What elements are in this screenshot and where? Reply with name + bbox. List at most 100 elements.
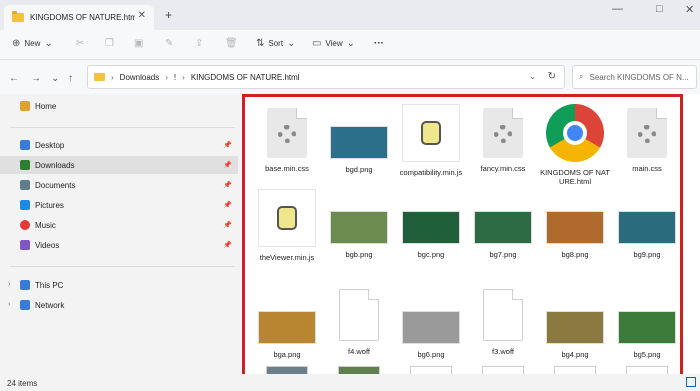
tab-title: KINGDOMS OF NATURE.html <box>30 13 135 22</box>
refresh-icon[interactable]: ↻ <box>548 71 556 82</box>
new-button-label: New <box>24 39 41 48</box>
share-button[interactable]: ⇪ <box>195 38 203 49</box>
file-item[interactable]: bgc.png <box>395 189 467 259</box>
file-item-partial[interactable] <box>554 366 596 374</box>
tab-kingdoms-of-nature[interactable]: KINGDOMS OF NATURE.html ✕ <box>4 5 154 30</box>
file-item-partial[interactable] <box>338 366 380 374</box>
file-name: bga.png <box>273 350 301 359</box>
css-file-icon <box>627 108 667 158</box>
sidebar-item-this-pc[interactable]: This PC <box>0 276 238 294</box>
file-name: bg9.png <box>633 250 661 259</box>
trash-icon: 🗑 <box>225 38 238 49</box>
back-arrow-icon[interactable]: ← <box>9 73 19 84</box>
pin-icon: 📌 <box>223 242 232 249</box>
cut-button[interactable]: ✂ <box>76 38 84 49</box>
view-button[interactable]: ▭ View ⌄ <box>312 38 355 49</box>
more-options-button[interactable]: ··· <box>374 38 384 49</box>
file-item[interactable]: f3.woff <box>467 289 539 356</box>
file-name: bg8.png <box>561 250 589 259</box>
chevron-down-icon[interactable]: ⌄ <box>529 72 536 81</box>
file-item[interactable]: fancy.min.css <box>467 104 539 173</box>
file-item-partial[interactable] <box>482 366 524 374</box>
file-item[interactable]: base.min.css <box>251 104 323 173</box>
sort-icon: ⇅ <box>256 38 265 49</box>
sidebar-item-downloads[interactable]: Downloads 📌 <box>0 156 238 174</box>
sidebar-item-documents[interactable]: Documents 📌 <box>0 176 238 194</box>
file-name: main.css <box>632 164 662 173</box>
file-name: fancy.min.css <box>480 164 526 173</box>
file-name: base.min.css <box>265 164 309 173</box>
file-item[interactable]: bg9.png <box>611 189 683 259</box>
script-file-icon <box>258 189 316 247</box>
sidebar-item-home[interactable]: Home <box>0 97 238 115</box>
file-item[interactable]: main.css <box>611 104 683 173</box>
file-item[interactable]: bg7.png <box>467 189 539 259</box>
file-item-partial[interactable] <box>626 366 668 374</box>
image-thumbnail <box>402 211 460 244</box>
sidebar-item-videos[interactable]: Videos 📌 <box>0 236 238 254</box>
file-item[interactable]: bgb.png <box>323 189 395 259</box>
copy-button[interactable]: ❐ <box>105 38 114 49</box>
file-item[interactable]: bgd.png <box>323 104 395 174</box>
file-item[interactable]: f4.woff <box>323 289 395 356</box>
address-row: ← → ⌄ ↑ › Downloads › ! › KINGDOMS OF NA… <box>0 60 700 94</box>
sidebar-item-network[interactable]: Network <box>0 296 238 314</box>
file-item[interactable]: theViewer.min.js <box>251 189 323 262</box>
delete-button[interactable]: 🗑 <box>225 38 238 49</box>
sidebar-item-pictures[interactable]: Pictures 📌 <box>0 196 238 214</box>
music-icon <box>20 220 30 230</box>
sort-button[interactable]: ⇅ Sort ⌄ <box>256 38 295 49</box>
file-item[interactable]: bg5.png <box>611 289 683 359</box>
chevron-down-icon[interactable]: ⌄ <box>51 73 59 84</box>
breadcrumb-downloads[interactable]: Downloads <box>120 73 160 82</box>
sidebar-item-label: Downloads <box>35 160 75 170</box>
tiles-view-button[interactable] <box>686 377 696 387</box>
pin-icon: 📌 <box>223 182 232 189</box>
rename-button[interactable]: ✎ <box>165 38 173 49</box>
sidebar-item-label: This PC <box>35 280 64 290</box>
breadcrumb-current-folder[interactable]: KINGDOMS OF NATURE.html <box>191 73 300 82</box>
breadcrumb-separator-icon: › <box>111 72 114 82</box>
sidebar-item-music[interactable]: Music 📌 <box>0 216 238 234</box>
file-item-partial[interactable] <box>266 366 308 374</box>
file-grid: base.min.css bgd.png compatibility.min.js f… <box>241 94 700 374</box>
file-item[interactable]: bg8.png <box>539 189 611 259</box>
file-item[interactable]: compatibility.min.js <box>395 104 467 177</box>
image-thumbnail <box>258 311 316 344</box>
search-placeholder: Search KINGDOMS OF N... <box>589 72 689 82</box>
breadcrumb-separator-icon: › <box>165 72 168 82</box>
file-item[interactable]: bg4.png <box>539 289 611 359</box>
file-item[interactable]: KINGDOMS OF NATURE.html <box>539 104 611 186</box>
sidebar-item-label: Pictures <box>35 200 64 210</box>
up-arrow-icon[interactable]: ↑ <box>68 73 73 84</box>
gear-icon <box>638 125 656 143</box>
file-name: bg5.png <box>633 350 661 359</box>
folder-icon <box>12 11 24 22</box>
forward-arrow-icon[interactable]: → <box>31 73 41 84</box>
clipboard-icon: ▣ <box>134 38 144 49</box>
css-file-icon <box>267 108 307 158</box>
minimize-button[interactable]: — <box>612 3 623 15</box>
paste-button[interactable]: ▣ <box>134 38 143 49</box>
rename-icon: ✎ <box>165 38 174 49</box>
search-input[interactable]: ⌕ Search KINGDOMS OF N... <box>572 65 697 89</box>
chevron-down-icon: ⌄ <box>287 38 296 49</box>
breadcrumb-exclamation[interactable]: ! <box>174 73 176 82</box>
breadcrumb[interactable]: › Downloads › ! › KINGDOMS OF NATURE.htm… <box>87 65 565 89</box>
maximize-button[interactable]: □ <box>656 3 663 15</box>
image-thumbnail <box>330 211 388 244</box>
close-tab-icon[interactable]: ✕ <box>138 10 146 21</box>
file-item[interactable]: bga.png <box>251 289 323 359</box>
new-tab-button[interactable]: + <box>165 8 172 22</box>
download-icon <box>20 160 30 170</box>
file-item-partial[interactable] <box>410 366 452 374</box>
pin-icon: 📌 <box>223 142 232 149</box>
document-icon <box>20 180 30 190</box>
new-button[interactable]: ⊕ New ⌄ <box>12 38 53 49</box>
image-thumbnail <box>402 311 460 344</box>
close-window-button[interactable]: ✕ <box>685 3 694 16</box>
sidebar-item-label: Network <box>35 300 65 310</box>
sidebar-item-desktop[interactable]: Desktop 📌 <box>0 136 238 154</box>
file-item[interactable]: bg6.png <box>395 289 467 359</box>
gear-icon <box>278 125 296 143</box>
